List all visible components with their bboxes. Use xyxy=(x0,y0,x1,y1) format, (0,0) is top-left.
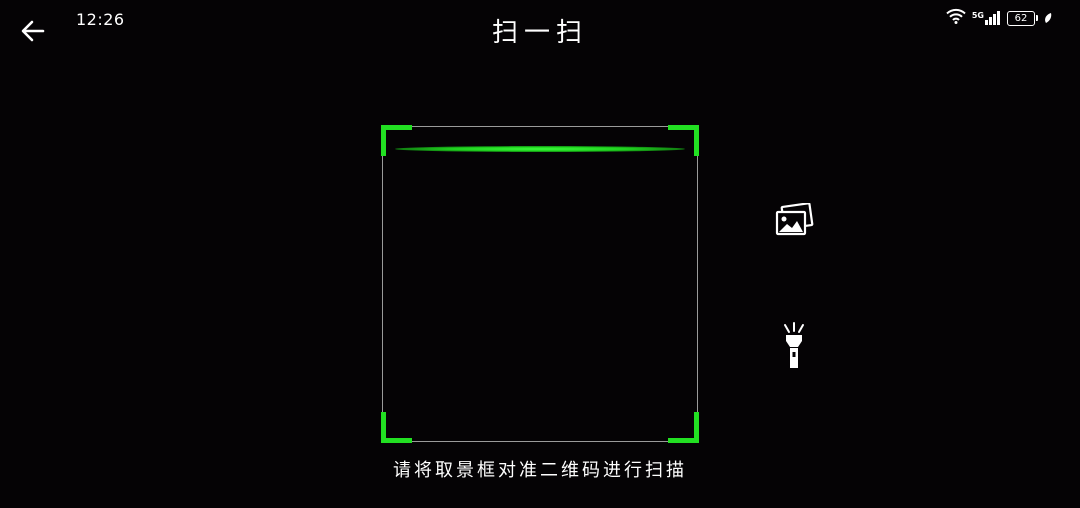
corner-bottom-right xyxy=(668,412,699,443)
corner-top-right xyxy=(668,125,699,156)
flashlight-button[interactable] xyxy=(772,322,816,368)
scan-hint: 请将取景框对准二维码进行扫描 xyxy=(393,460,687,481)
flashlight-icon xyxy=(784,322,804,368)
album-button[interactable] xyxy=(772,198,816,242)
scan-frame xyxy=(381,125,699,443)
corner-top-left xyxy=(381,125,412,156)
scan-line xyxy=(395,146,685,152)
page-title: 扫一扫 xyxy=(491,18,588,48)
corner-bottom-left xyxy=(381,412,412,443)
photo-album-icon xyxy=(775,203,814,236)
